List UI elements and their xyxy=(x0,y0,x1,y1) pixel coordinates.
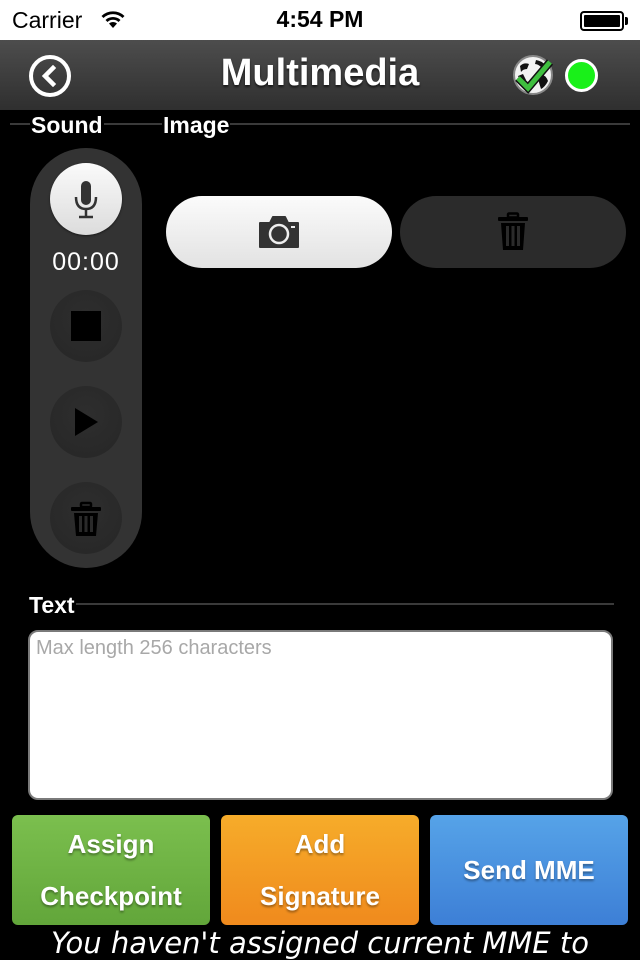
delete-sound-button[interactable] xyxy=(50,482,122,554)
mme-text-input[interactable] xyxy=(30,632,611,798)
section-divider xyxy=(28,603,614,605)
nav-bar: Multimedia xyxy=(0,40,640,110)
stop-button[interactable] xyxy=(50,290,122,362)
unassigned-warning-message: You haven't assigned current MME to xyxy=(51,926,589,960)
sound-controls-panel: 00:00 xyxy=(30,148,142,568)
connection-status-indicator xyxy=(565,59,598,92)
send-mme-button[interactable]: Send MME xyxy=(430,815,628,925)
trash-icon xyxy=(498,212,528,250)
text-input-container xyxy=(28,630,613,800)
play-button[interactable] xyxy=(50,386,122,458)
assign-checkpoint-button[interactable]: Assign Checkpoint xyxy=(12,815,210,925)
send-mme-label: Send MME xyxy=(463,855,595,885)
stop-icon xyxy=(71,311,101,341)
delete-image-button[interactable] xyxy=(400,196,626,268)
status-bar: Carrier 4:54 PM xyxy=(0,0,640,40)
trash-icon xyxy=(71,501,101,536)
camera-icon xyxy=(259,216,299,248)
add-signature-button[interactable]: Add Signature xyxy=(221,815,419,925)
recording-timer: 00:00 xyxy=(52,248,120,276)
battery-icon xyxy=(580,11,628,31)
section-label-image: Image xyxy=(162,112,231,139)
assign-checkpoint-line1: Assign xyxy=(67,829,155,859)
add-signature-line2: Signature xyxy=(260,881,380,911)
record-button[interactable] xyxy=(50,163,122,235)
add-signature-line1: Add xyxy=(294,829,346,859)
section-label-sound: Sound xyxy=(30,112,104,139)
play-icon xyxy=(75,408,98,436)
globe-check-icon[interactable] xyxy=(512,54,554,96)
clock: 4:54 PM xyxy=(276,6,364,32)
take-photo-button[interactable] xyxy=(166,196,392,268)
section-label-text: Text xyxy=(28,592,76,619)
assign-checkpoint-line2: Checkpoint xyxy=(40,881,182,911)
microphone-icon xyxy=(74,181,98,219)
